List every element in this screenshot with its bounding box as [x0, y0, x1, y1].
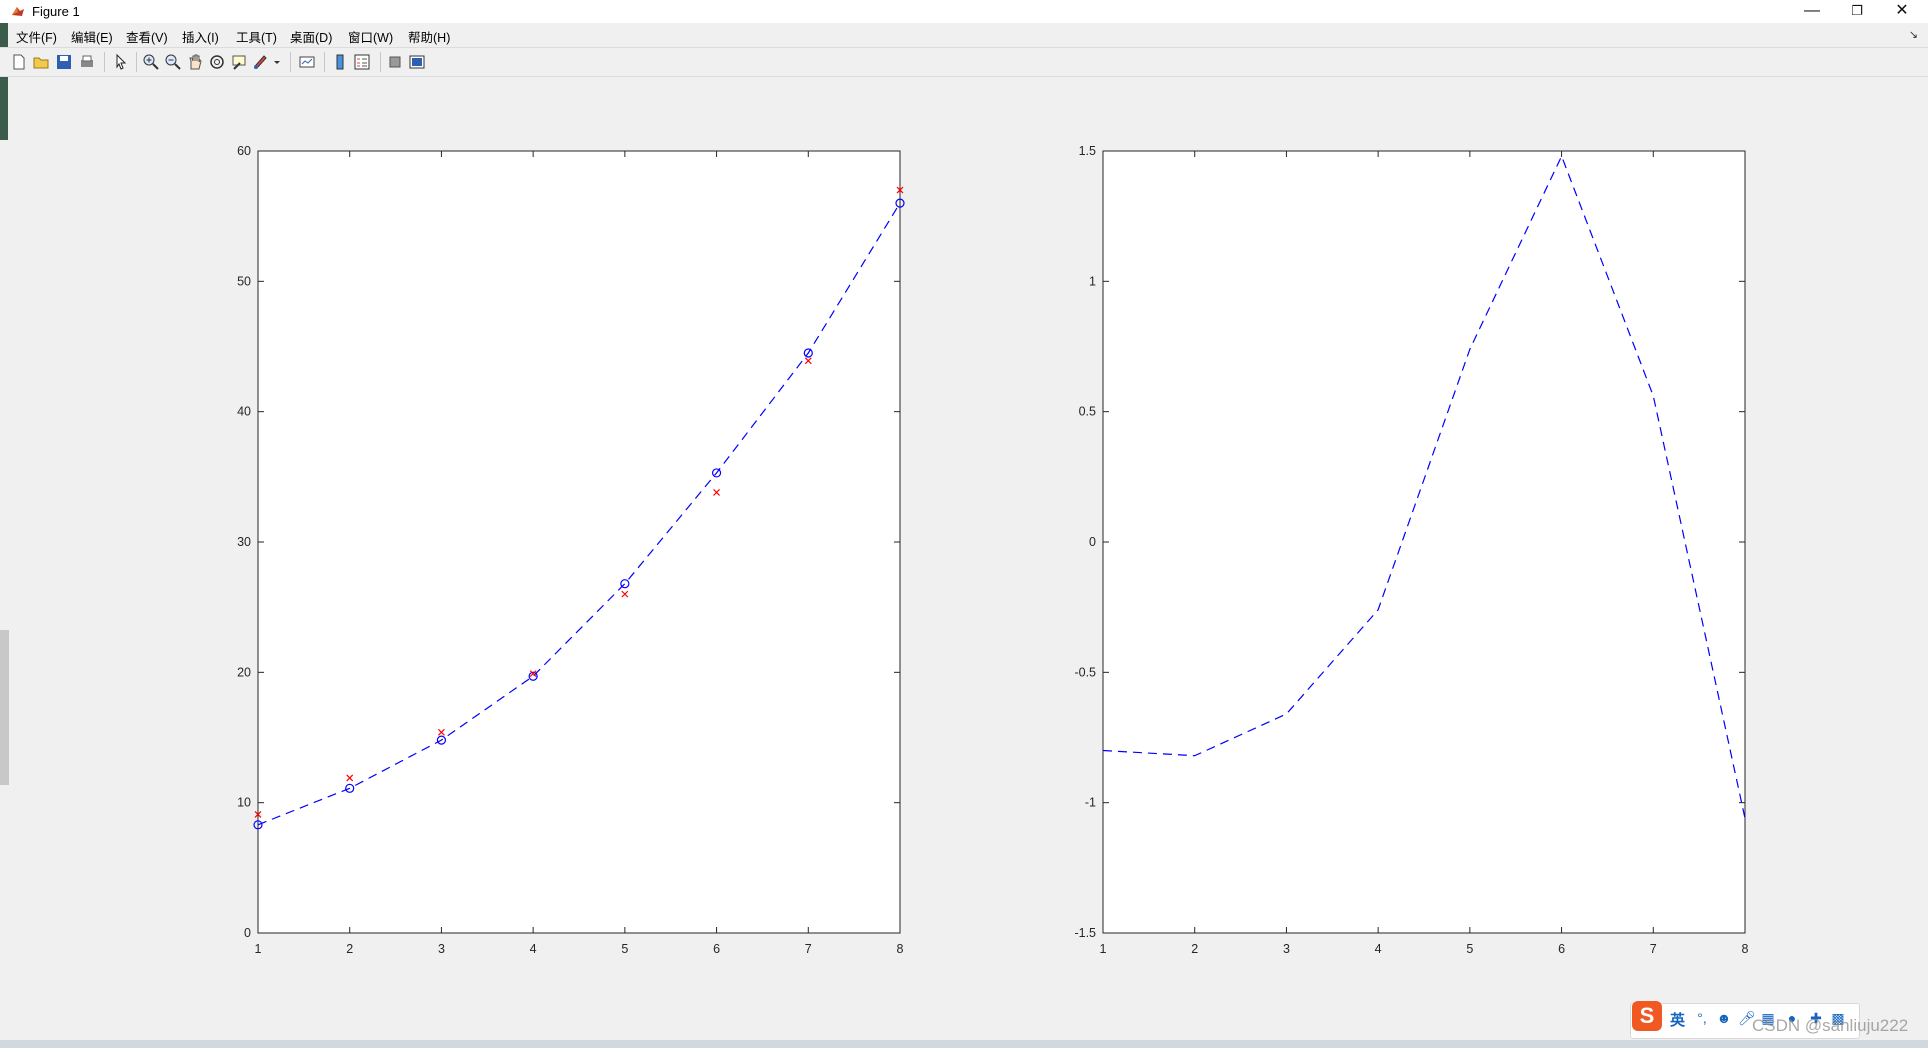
- left-x-tick-label: 7: [805, 942, 812, 956]
- taskbar-edge: [0, 1040, 1928, 1048]
- left-x-tick-label: 4: [530, 942, 537, 956]
- left-x-tick-label: 8: [897, 942, 904, 956]
- right-y-tick-label: -1: [1085, 796, 1096, 810]
- watermark: CSDN @sanliuju222: [1752, 1016, 1909, 1035]
- right-y-tick-label: 1.5: [1079, 144, 1096, 158]
- right-y-tick-label: -0.5: [1074, 665, 1096, 679]
- right-x-tick-label: 1: [1100, 942, 1107, 956]
- left-y-tick-label: 20: [237, 665, 251, 679]
- left-x-tick-label: 5: [621, 942, 628, 956]
- right-x-tick-label: 4: [1375, 942, 1382, 956]
- left-x-tick-label: 2: [346, 942, 353, 956]
- right-x-tick-label: 6: [1558, 942, 1565, 956]
- emoji-icon[interactable]: ☻: [1716, 1010, 1732, 1026]
- figure-canvas: 1 2 3 4 5 6 7 80102030405060 1 2 3 4 5 6 7 8-1.5-1-0.5…: [237, 144, 1748, 956]
- right-x-tick-label: 8: [1742, 942, 1749, 956]
- right-x-tick-label: 7: [1650, 942, 1657, 956]
- right-axes-box: [1102, 150, 1746, 934]
- left-y-tick-label: 0: [244, 926, 251, 940]
- punctuation-icon[interactable]: °,: [1694, 1010, 1710, 1026]
- left-y-tick-label: 50: [237, 274, 251, 288]
- left-x-tick-label: 6: [713, 942, 720, 956]
- left-axes[interactable]: 1 2 3 4 5 6 7 8 0 10 20 30 40 50 60: [237, 144, 905, 956]
- right-y-tick-label: -1.5: [1074, 926, 1096, 940]
- left-y-tick-label: 30: [237, 535, 251, 549]
- ime-mode-toggle[interactable]: 英: [1670, 1009, 1685, 1030]
- left-y-tick-label: 40: [237, 405, 251, 419]
- right-x-tick-label: 2: [1191, 942, 1198, 956]
- left-y-tick-label: 10: [237, 796, 251, 810]
- right-y-tick-label: 0: [1089, 535, 1096, 549]
- right-x-tick-label: 5: [1466, 942, 1473, 956]
- right-x-tick-label: 3: [1283, 942, 1290, 956]
- right-y-tick-label: 0.5: [1079, 405, 1096, 419]
- left-y-tick-label: 60: [237, 144, 251, 158]
- sogou-logo-icon[interactable]: S: [1632, 1001, 1662, 1031]
- right-y-tick-label: 1: [1089, 274, 1096, 288]
- left-axes-box: [257, 150, 901, 934]
- right-axes[interactable]: 1 2 3 4 5 6 7 8 -1.5 -1 -0.5 0 0.5 1 1.5: [1074, 144, 1748, 956]
- left-x-tick-label: 3: [438, 942, 445, 956]
- left-x-tick-label: 1: [255, 942, 262, 956]
